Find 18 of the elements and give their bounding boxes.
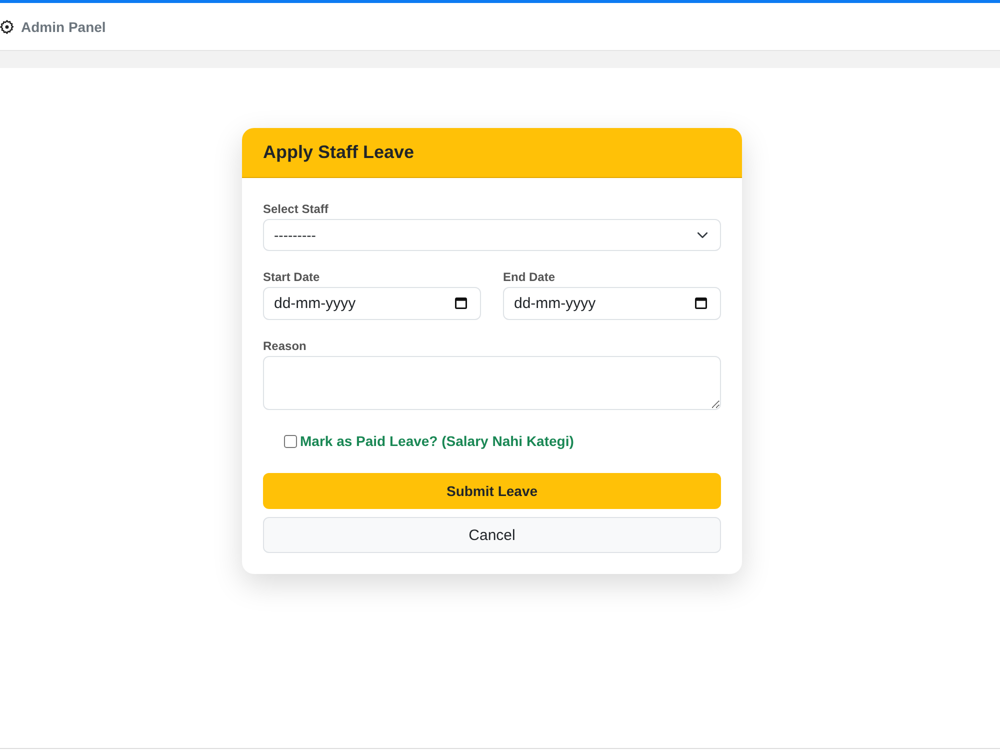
cancel-button[interactable]: Cancel: [263, 517, 721, 553]
reason-field[interactable]: [263, 356, 721, 410]
gear-icon: [0, 20, 14, 34]
calendar-icon[interactable]: [455, 297, 467, 309]
date-field[interactable]: dd-mm-yyyy: [263, 287, 481, 320]
date-field[interactable]: dd-mm-yyyy: [503, 287, 721, 320]
field-label: Start Date: [263, 270, 320, 284]
field-label: Reason: [263, 339, 306, 353]
paid-leave-label[interactable]: Mark as Paid Leave? (Salary Nahi Kategi): [300, 433, 574, 449]
brand-title[interactable]: Admin Panel: [21, 18, 106, 34]
submit-button[interactable]: Submit Leave: [263, 473, 721, 509]
field-label: End Date: [503, 270, 556, 284]
field-label: Select Staff: [263, 202, 328, 216]
staff-select[interactable]: ---------: [263, 219, 721, 251]
form-title: Apply Staff Leave: [263, 142, 414, 163]
calendar-icon[interactable]: [695, 297, 707, 309]
paid-leave-checkbox[interactable]: [284, 434, 297, 448]
chevron-down-icon: [697, 232, 708, 238]
